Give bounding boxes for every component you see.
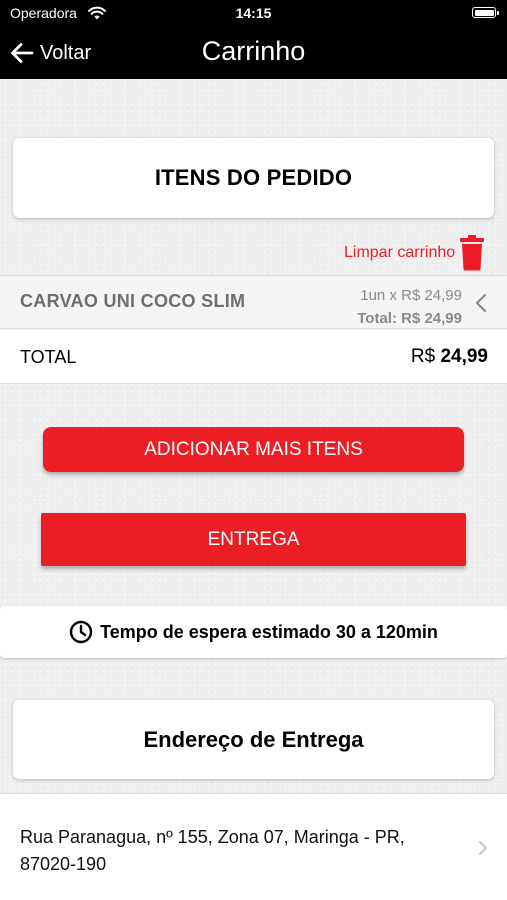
add-more-items-button[interactable]: ADICIONAR MAIS ITENS — [43, 427, 464, 472]
clear-cart-button[interactable]: Limpar carrinho — [344, 234, 485, 272]
chevron-left-icon[interactable] — [474, 293, 488, 313]
wait-time-bar: Tempo de espera estimado 30 a 120min — [0, 606, 507, 658]
total-row: TOTAL R$ 24,99 — [0, 330, 507, 384]
clear-cart-label: Limpar carrinho — [344, 244, 456, 261]
total-value: R$ 24,99 — [411, 346, 488, 368]
cart-item-name: CARVAO UNI COCO SLIM — [20, 291, 246, 311]
order-items-header-card: ITENS DO PEDIDO — [13, 138, 494, 218]
status-time: 14:15 — [235, 5, 272, 21]
chevron-right-icon — [479, 841, 487, 855]
cart-item-qty-price: 1un x R$ 24,99 — [360, 287, 462, 304]
battery-icon — [472, 7, 499, 18]
cart-item-total: Total: R$ 24,99 — [357, 310, 462, 327]
wait-time-text: Tempo de espera estimado 30 a 120min — [100, 621, 438, 642]
delivery-address-header-card: Endereço de Entrega — [13, 700, 494, 779]
order-items-title: ITENS DO PEDIDO — [154, 165, 353, 190]
address-line-1: Rua Paranagua, nº 155, Zona 07, Maringa … — [20, 827, 405, 847]
delivery-button[interactable]: ENTREGA — [41, 513, 466, 566]
top-bar: Operadora 14:15 Voltar Carrinho — [0, 0, 507, 79]
delivery-label: ENTREGA — [207, 528, 300, 550]
clock-icon — [69, 620, 93, 644]
delivery-address-title: Endereço de Entrega — [143, 726, 364, 752]
trash-icon — [460, 235, 485, 271]
delivery-address-row[interactable]: Rua Paranagua, nº 155, Zona 07, Maringa … — [0, 793, 507, 900]
address-line-2: 87020-190 — [20, 854, 107, 874]
cart-item-row[interactable]: CARVAO UNI COCO SLIM 1un x R$ 24,99 Tota… — [0, 275, 507, 329]
total-amount: 24,99 — [440, 346, 488, 367]
page-title: Carrinho — [201, 36, 306, 66]
total-currency: R$ — [410, 346, 436, 367]
delivery-address-text: Rua Paranagua, nº 155, Zona 07, Maringa … — [20, 824, 460, 878]
total-label: TOTAL — [20, 347, 77, 367]
add-more-items-label: ADICIONAR MAIS ITENS — [144, 438, 363, 460]
